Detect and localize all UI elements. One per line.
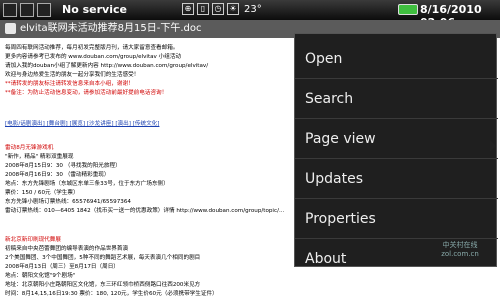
section-line: 时间：8月14,15,16日19:30 票价：180, 120元，学生价60元（… — [5, 291, 218, 297]
document-title: elvita联网未活动推荐8月15日-下午.doc — [20, 23, 202, 34]
service-status: No service — [62, 3, 127, 16]
section-line: 地点：朝阳文化馆"9个剧场" — [5, 273, 76, 279]
temperature: 23° — [244, 3, 262, 15]
sim-icon: ▯ — [197, 3, 209, 15]
menu-item-updates[interactable]: Updates — [295, 159, 498, 199]
notification-icons — [0, 0, 51, 20]
battery-icon — [398, 4, 418, 15]
menu-item-page-view[interactable]: Page view — [295, 119, 498, 159]
system-icons: ⊕ ▯ ◷ ☀ 23° — [182, 3, 262, 15]
notification-icon — [3, 3, 17, 17]
section-line: 地址：北京朝阳小庄路朝阳区文化馆，东三环红领巾桥西侧路口往西200米见方 — [5, 282, 201, 288]
gps-icon: ⊕ — [182, 3, 194, 15]
menu-item-open[interactable]: Open — [295, 39, 498, 79]
menu-item-properties[interactable]: Properties — [295, 199, 498, 239]
alarm-icon: ◷ — [212, 3, 224, 15]
watermark: 中关村在线 zol.com.cn — [441, 241, 479, 258]
notification-icon — [37, 3, 51, 17]
scroll-arrow-icon — [490, 140, 496, 152]
status-bar: No service ⊕ ▯ ◷ ☀ 23° 8/16/2010 02:06 — [0, 0, 500, 29]
notification-icon — [20, 3, 34, 17]
menu-item-search[interactable]: Search — [295, 79, 498, 119]
options-menu: Open Search Page view Updates Properties… — [294, 33, 498, 267]
document-icon — [5, 23, 16, 34]
sun-icon: ☀ — [227, 3, 239, 15]
